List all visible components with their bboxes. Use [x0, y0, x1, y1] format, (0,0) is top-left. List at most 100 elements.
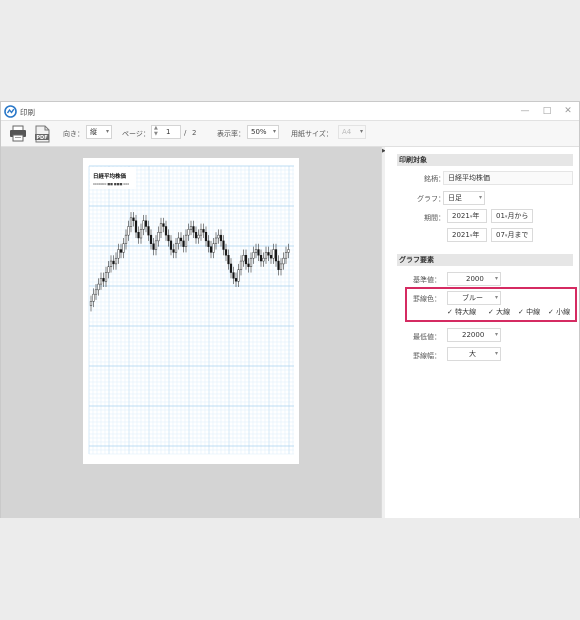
- to-year-value: 2021: [452, 231, 470, 239]
- graph-elements-header: グラフ要素: [397, 254, 573, 266]
- candle-body: [202, 229, 205, 233]
- preview-page: 日経平均株価 0000000 ■■ ■■■ 000: [83, 158, 299, 464]
- candle-body: [137, 232, 140, 239]
- printer-icon[interactable]: [9, 125, 27, 142]
- from-month-value: 01: [496, 212, 505, 220]
- base-value-select[interactable]: 2000 ▾: [447, 272, 501, 286]
- graph-label: グラフ：: [417, 195, 445, 203]
- paper-size-select: A4 ▾: [338, 125, 366, 139]
- graph-select[interactable]: 日足 ▾: [443, 191, 485, 205]
- candle-body: [199, 229, 203, 236]
- orientation-label: 向き：: [63, 130, 84, 138]
- candle-body: [287, 249, 290, 253]
- candle-body: [239, 260, 243, 270]
- preview-page-canvas: 日経平均株価 0000000 ■■ ■■■ 000: [88, 165, 294, 455]
- candle-body: [197, 234, 200, 239]
- chevron-down-icon: ▾: [494, 331, 498, 338]
- to-year-suffix: 年: [472, 231, 480, 239]
- paper-size-label: 用紙サイズ：: [291, 130, 333, 138]
- pdf-icon-text: PDF: [36, 135, 47, 141]
- candle-body: [209, 246, 213, 253]
- stock-value: 日経平均株価: [448, 174, 490, 182]
- candle-body: [194, 232, 198, 239]
- candle-body: [207, 240, 210, 247]
- checkmark-icon: ✓: [447, 308, 453, 316]
- chevron-down-icon: ▾: [494, 350, 498, 357]
- from-year-select[interactable]: 2021▾年: [447, 209, 487, 223]
- min-value-label: 最低値：: [413, 333, 441, 341]
- candle-body: [227, 255, 230, 265]
- candle-body: [147, 226, 150, 236]
- check-large-line[interactable]: ✓ 大線: [488, 307, 510, 317]
- candle-body: [99, 278, 103, 285]
- candle-body: [247, 263, 250, 267]
- candle-body: [244, 255, 248, 265]
- candle-body: [162, 223, 165, 227]
- candle-body: [224, 249, 228, 256]
- candle-body: [274, 249, 278, 262]
- candle-body: [232, 272, 235, 279]
- line-width-value: 大: [469, 350, 476, 358]
- page-separator: /: [184, 129, 187, 137]
- line-width-label: 罫線幅：: [413, 352, 441, 360]
- to-month-select[interactable]: 07▾月まで: [491, 228, 533, 242]
- check-medium-line[interactable]: ✓ 中線: [518, 307, 540, 317]
- min-value: 22000: [462, 331, 485, 339]
- period-label: 期間：: [424, 214, 445, 222]
- candle-body: [109, 260, 113, 268]
- chevron-down-icon: ▾: [105, 128, 109, 135]
- candle-body: [94, 289, 98, 295]
- candle-body: [154, 240, 158, 250]
- candle-body: [124, 234, 128, 244]
- candle-body: [272, 249, 275, 259]
- candle-body: [104, 272, 108, 282]
- candle-body: [122, 243, 125, 253]
- candle-body: [132, 217, 135, 221]
- candle-body: [189, 226, 193, 230]
- checkmark-icon: ✓: [548, 308, 554, 316]
- candle-body: [264, 252, 268, 259]
- candle-body: [282, 257, 285, 265]
- orientation-select[interactable]: 縦 ▾: [86, 125, 112, 139]
- candle-body: [237, 269, 240, 282]
- candle-body: [217, 234, 220, 239]
- line-width-select[interactable]: 大 ▾: [447, 347, 501, 361]
- check-xlarge-line[interactable]: ✓ 特大線: [447, 307, 476, 317]
- to-month-suffix: 月まで: [507, 231, 529, 239]
- page-stepper[interactable]: ▲ ▼ 1: [151, 125, 181, 139]
- candle-body: [182, 240, 185, 247]
- candle-body: [142, 220, 145, 230]
- candle-body: [159, 223, 163, 233]
- candle-body: [119, 249, 123, 253]
- candlestick-series: [89, 212, 290, 312]
- candle-body: [114, 257, 118, 265]
- candle-body: [149, 234, 153, 244]
- from-month-select[interactable]: 01▾月から: [491, 209, 533, 223]
- zoom-select[interactable]: 50% ▾: [247, 125, 279, 139]
- stock-field: 日経平均株価: [443, 171, 573, 185]
- graph-value: 日足: [448, 194, 462, 202]
- candle-body: [254, 249, 258, 253]
- stepper-arrows-icon[interactable]: ▲ ▼: [154, 125, 158, 137]
- check-small-line[interactable]: ✓ 小線: [548, 307, 570, 317]
- from-year-value: 2021: [452, 212, 470, 220]
- maximize-icon[interactable]: □: [541, 105, 553, 117]
- stock-label: 銘柄：: [424, 175, 445, 183]
- base-value: 2000: [466, 275, 484, 283]
- settings-panel: 印刷対象 銘柄： 日経平均株価 グラフ： 日足 ▾ 期間： 2021▾年 01▾…: [385, 147, 579, 518]
- candle-body: [89, 301, 93, 306]
- min-value-select[interactable]: 22000 ▾: [447, 328, 501, 342]
- pdf-icon[interactable]: PDF: [34, 125, 51, 143]
- minimize-icon[interactable]: —: [519, 105, 531, 117]
- close-icon[interactable]: ✕: [562, 105, 574, 117]
- check-large-label: 大線: [496, 308, 511, 316]
- candle-body: [172, 249, 175, 253]
- candle-body: [214, 237, 218, 244]
- candle-body: [222, 240, 225, 250]
- candle-body: [127, 226, 130, 236]
- candle-body: [179, 237, 183, 242]
- base-value-label: 基準値：: [413, 276, 441, 284]
- preview-subtitle: 0000000 ■■ ■■■ 000: [93, 182, 129, 186]
- candle-body: [262, 257, 265, 262]
- to-year-select[interactable]: 2021▾年: [447, 228, 487, 242]
